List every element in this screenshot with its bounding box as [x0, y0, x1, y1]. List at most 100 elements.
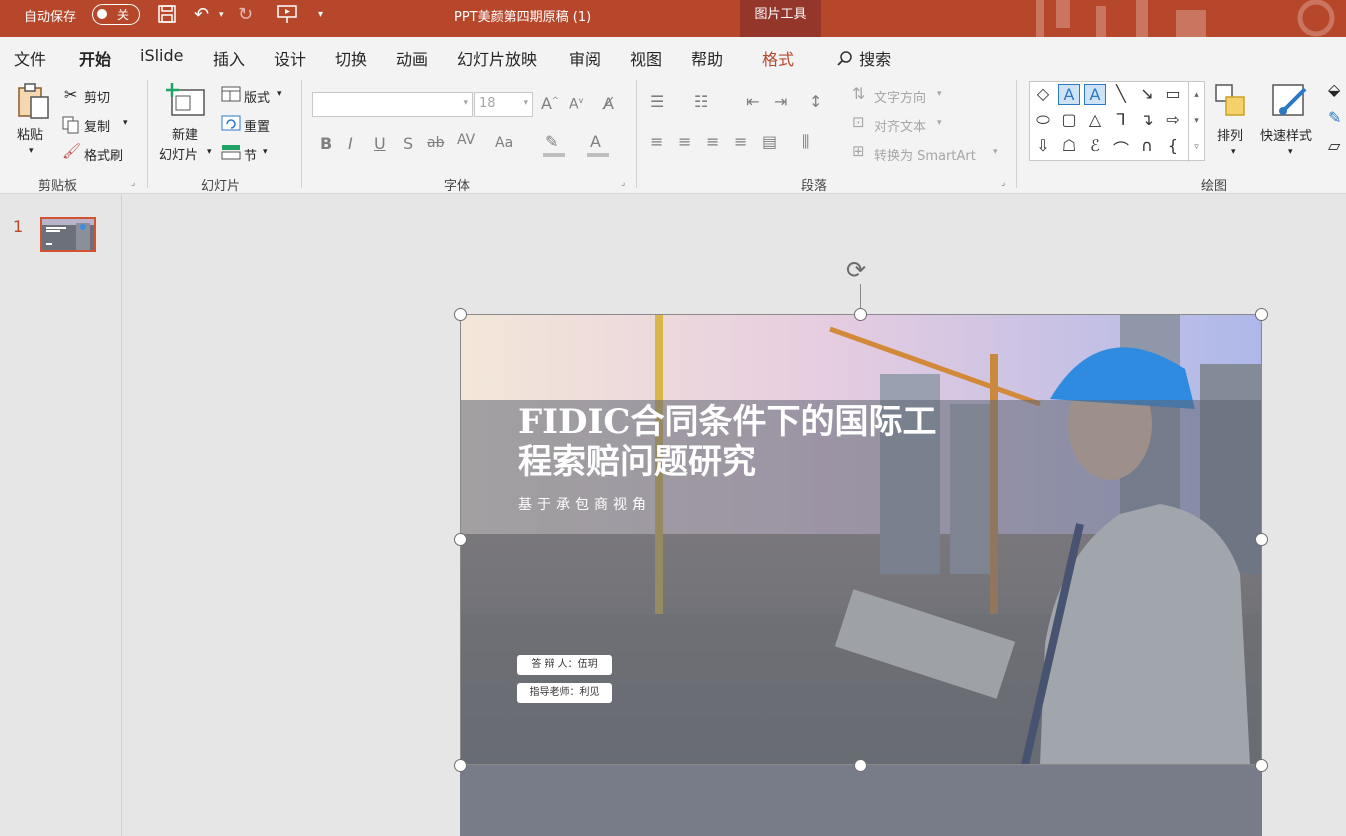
line-spacing-icon[interactable]: ↕	[809, 92, 822, 111]
align-text-label: 对齐文本	[874, 120, 927, 135]
group-separator	[147, 80, 148, 188]
resize-handle-bottom-left[interactable]	[454, 759, 467, 772]
italic-button[interactable]: I	[348, 134, 353, 153]
slide-title[interactable]: FIDIC合同条件下的国际工程索赔问题研究	[518, 402, 958, 482]
rounded-rect-shape-icon[interactable]: ▢	[1058, 110, 1080, 129]
align-text-icon: ⊡	[852, 113, 865, 131]
justify-icon[interactable]: ≡	[734, 132, 747, 151]
freeform-shape-icon[interactable]: ☖	[1058, 136, 1080, 155]
rotate-handle-icon[interactable]: ⟳	[846, 258, 866, 282]
tab-design[interactable]: 设计	[274, 46, 306, 70]
columns-icon[interactable]: ⫼	[802, 132, 809, 152]
text-shadow-button[interactable]: S	[403, 134, 413, 153]
shrink-font-button[interactable]: Av	[569, 96, 583, 113]
grow-font-button[interactable]: A^	[541, 94, 559, 113]
elbow-arrow-shape-icon[interactable]: ↴	[1136, 110, 1158, 129]
shape-outline-icon[interactable]: ✎	[1328, 108, 1341, 127]
decrease-indent-icon[interactable]: ⇤	[746, 92, 759, 111]
arc-shape-icon[interactable]: ⌒	[1110, 136, 1132, 160]
rectangle-shape-icon[interactable]: ▭	[1162, 84, 1184, 103]
slide-subtitle[interactable]: 基于承包商视角	[518, 494, 651, 514]
search-label: 搜索	[859, 50, 892, 69]
group-label-slides: 幻灯片	[201, 179, 241, 194]
align-center-icon[interactable]: ≡	[678, 132, 691, 151]
tab-view[interactable]: 视图	[630, 46, 662, 70]
font-size-combo[interactable]: 18 ▾	[474, 92, 533, 117]
redo-icon[interactable]: ↻	[238, 4, 253, 26]
strikethrough-button[interactable]: ab	[427, 135, 444, 151]
right-arrow-shape-icon[interactable]: ⇨	[1162, 110, 1184, 129]
tab-review[interactable]: 审阅	[569, 46, 601, 70]
undo-dropdown-icon[interactable]: ▾	[219, 4, 224, 26]
change-case-button[interactable]: Aa	[495, 135, 513, 151]
tab-insert[interactable]: 插入	[213, 46, 245, 70]
font-launcher-icon[interactable]: ⌟	[621, 178, 625, 188]
resize-handle-left[interactable]	[454, 533, 467, 546]
tell-me-search[interactable]: 搜索	[836, 46, 891, 70]
scribble-shape-icon[interactable]: ℰ	[1084, 136, 1106, 155]
down-arrow-shape-icon[interactable]: ⇩	[1032, 136, 1054, 155]
start-slideshow-icon[interactable]	[276, 4, 298, 30]
search-icon	[837, 51, 852, 66]
advisor-label[interactable]: 指导老师：利见	[517, 683, 612, 703]
resize-handle-top-right[interactable]	[1255, 308, 1268, 321]
tab-slideshow[interactable]: 幻灯片放映	[457, 46, 537, 70]
font-name-combo[interactable]: ▾	[312, 92, 473, 117]
resize-handle-top-left[interactable]	[454, 308, 467, 321]
slide-thumbnail-1[interactable]	[40, 217, 96, 252]
vertical-textbox-shape-icon[interactable]: A	[1084, 84, 1106, 105]
slide-1[interactable]: FIDIC合同条件下的国际工程索赔问题研究 基于承包商视角 答 辩 人：伍玥 指…	[460, 314, 1262, 836]
font-color-icon[interactable]: A	[590, 132, 601, 151]
undo-icon[interactable]: ↶	[194, 4, 209, 26]
resize-handle-bottom-right[interactable]	[1255, 759, 1268, 772]
shape-effects-icon[interactable]: ▱	[1328, 136, 1340, 155]
tab-animations[interactable]: 动画	[396, 46, 428, 70]
defender-label[interactable]: 答 辩 人：伍玥	[517, 655, 612, 675]
tab-home[interactable]: 开始	[79, 46, 112, 77]
distributed-icon[interactable]: ▤	[762, 132, 777, 151]
tab-islide[interactable]: iSlide	[140, 46, 184, 65]
shapes-scroll[interactable]: ▴ ▾ ▿	[1188, 82, 1204, 162]
chevron-down-icon: ▾	[937, 118, 942, 128]
clipboard-launcher-icon[interactable]: ⌟	[131, 178, 135, 188]
triangle-shape-icon[interactable]: △	[1084, 110, 1106, 129]
oval-shape-icon[interactable]: ⬭	[1032, 110, 1054, 130]
save-icon[interactable]	[157, 4, 177, 30]
increase-indent-icon[interactable]: ⇥	[774, 92, 787, 111]
customize-toolbar-icon[interactable]: ▾	[318, 4, 323, 26]
curve-shape-icon[interactable]: ∩	[1136, 136, 1158, 155]
tab-help[interactable]: 帮助	[691, 46, 723, 70]
resize-handle-right[interactable]	[1255, 533, 1268, 546]
line-shape-icon[interactable]: ╲	[1110, 84, 1132, 103]
tab-file[interactable]: 文件	[14, 46, 46, 70]
numbering-icon[interactable]: ☷	[694, 92, 708, 111]
align-right-icon[interactable]: ≡	[706, 132, 719, 151]
shapes-gallery[interactable]: ◇ A A ╲ ↘ ▭ ⬭ ▢ △ ⅂ ↴ ⇨ ⇩ ☖ ℰ ⌒ ∩ { ▴ ▾ …	[1029, 81, 1205, 162]
scroll-down-icon[interactable]: ▾	[1189, 108, 1204, 134]
bold-button[interactable]: B	[320, 134, 332, 153]
expand-gallery-icon[interactable]: ▿	[1189, 134, 1204, 160]
bullets-icon[interactable]: ☰	[650, 92, 664, 111]
grow-font-label: A	[541, 94, 552, 113]
char-spacing-button[interactable]: AV	[457, 132, 475, 148]
elbow-connector-shape-icon[interactable]: ⅂	[1110, 110, 1132, 129]
scroll-up-icon[interactable]: ▴	[1189, 82, 1204, 108]
underline-button[interactable]: U	[374, 134, 386, 153]
clear-format-icon[interactable]: A̸	[603, 94, 614, 113]
autosave-toggle[interactable]: 关	[92, 4, 140, 25]
highlight-color-icon[interactable]: ✎	[545, 132, 558, 151]
shape-fill-icon[interactable]: ⬙	[1328, 80, 1340, 99]
resize-handle-top[interactable]	[854, 308, 867, 321]
brace-shape-icon[interactable]: {	[1162, 136, 1184, 155]
align-left-icon[interactable]: ≡	[650, 132, 663, 151]
tab-transitions[interactable]: 切换	[335, 46, 367, 70]
paragraph-launcher-icon[interactable]: ⌟	[1001, 178, 1005, 188]
ribbon: 粘贴 ▾ ✂ 剪切 复制 ▾ 🖌 格式刷 剪贴板 ⌟ 新建 幻灯片 ▾ 版式 ▾…	[0, 74, 1346, 194]
textbox-shape-icon[interactable]: A	[1058, 84, 1080, 105]
ribbon-tabs: 文件 开始 iSlide 插入 设计 切换 动画 幻灯片放映 审阅 视图 帮助 …	[0, 37, 1346, 77]
diamond-shape-icon[interactable]: ◇	[1032, 84, 1054, 103]
arrow-line-shape-icon[interactable]: ↘	[1136, 84, 1158, 103]
tab-format[interactable]: 格式	[762, 46, 794, 70]
slide-number: 1	[13, 217, 24, 236]
resize-handle-bottom[interactable]	[854, 759, 867, 772]
